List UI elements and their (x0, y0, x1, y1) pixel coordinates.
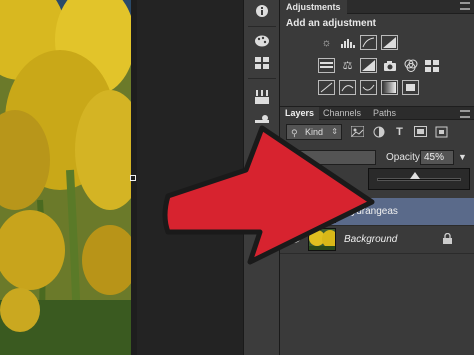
opacity-value: 45% (424, 152, 445, 163)
eye-icon[interactable] (287, 234, 300, 246)
color-palette-icon[interactable] (249, 30, 275, 52)
filter-kind-label: Kind (305, 127, 324, 137)
opacity-slider-thumb[interactable] (409, 172, 420, 179)
filter-kind-select[interactable]: ⚲ Kind ⇕ (286, 124, 342, 140)
layer-thumbnail (308, 228, 336, 251)
info-icon[interactable] (249, 0, 275, 22)
vibrance-icon[interactable] (318, 58, 335, 73)
lock-icon (443, 232, 452, 247)
tab-channels[interactable]: Channels (318, 107, 366, 121)
pixel-layer-filter-icon[interactable] (350, 124, 365, 139)
shape-layer-filter-icon[interactable] (413, 124, 428, 139)
invert-icon[interactable] (318, 80, 335, 95)
layers-panel-header: Layers Channels Paths (280, 106, 474, 121)
adjustment-row-3 (318, 80, 419, 95)
adjustment-row-1: ☼ (318, 35, 398, 50)
levels-icon[interactable] (339, 35, 356, 50)
black-white-icon[interactable] (360, 58, 377, 73)
opacity-label: Opacity: (386, 152, 423, 163)
selective-color-icon[interactable] (402, 80, 419, 95)
layer-thumbnail (308, 200, 336, 223)
threshold-icon[interactable] (360, 80, 377, 95)
layer-row-hydrangeas[interactable]: Hydrangeas (280, 198, 474, 226)
tab-paths[interactable]: Paths (368, 107, 401, 121)
panel-icon-strip (243, 0, 280, 355)
opacity-input[interactable]: 45% (420, 150, 454, 165)
adjustments-title: Add an adjustment (286, 18, 377, 29)
panel-menu-icon[interactable] (460, 2, 470, 10)
type-layer-filter-icon[interactable]: T (392, 124, 407, 139)
curves-icon[interactable] (360, 35, 377, 50)
posterize-icon[interactable] (339, 80, 356, 95)
adjustment-row-2: ⚖ (318, 58, 440, 73)
photo-filter-icon[interactable] (381, 58, 398, 73)
smart-object-filter-icon[interactable] (434, 124, 449, 139)
layers-panel-menu-icon[interactable] (460, 110, 470, 118)
exposure-icon[interactable] (381, 35, 398, 50)
tab-layers[interactable]: Layers (280, 107, 320, 121)
document-canvas[interactable] (0, 0, 131, 355)
search-icon: ⚲ (291, 128, 298, 138)
layer-row-background[interactable]: Background (280, 226, 474, 254)
blend-mode-select[interactable]: al (284, 150, 376, 165)
tulip-photo (0, 0, 131, 355)
adjustment-layer-filter-icon[interactable] (371, 124, 386, 139)
swatches-icon[interactable] (249, 52, 275, 74)
gradient-map-icon[interactable] (381, 80, 398, 95)
workspace-background (137, 0, 243, 355)
opacity-slider-popup (368, 168, 470, 190)
tab-adjustments[interactable]: Adjustments (280, 0, 347, 14)
brushes-icon[interactable] (249, 86, 275, 108)
filter-icons: T (350, 124, 449, 139)
layer-name: Hydrangeas (344, 206, 398, 217)
chevron-updown-icon: ⇕ (331, 127, 338, 136)
color-lookup-icon[interactable] (423, 58, 440, 73)
channel-mixer-icon[interactable] (402, 58, 419, 73)
balance-icon[interactable]: ⚖ (339, 58, 356, 73)
clone-source-icon[interactable] (249, 130, 275, 152)
chevron-down-icon[interactable]: ▼ (458, 152, 467, 162)
brightness-icon[interactable]: ☼ (318, 35, 335, 50)
adjustments-header: Adjustments (280, 0, 474, 14)
right-panel: Adjustments Add an adjustment ☼ ⚖ Layers… (280, 0, 474, 355)
layer-name: Background (344, 234, 398, 245)
canvas-anchor-handle[interactable] (130, 175, 136, 181)
tool-presets-icon[interactable] (249, 110, 275, 132)
blend-mode-value: al (289, 152, 297, 162)
